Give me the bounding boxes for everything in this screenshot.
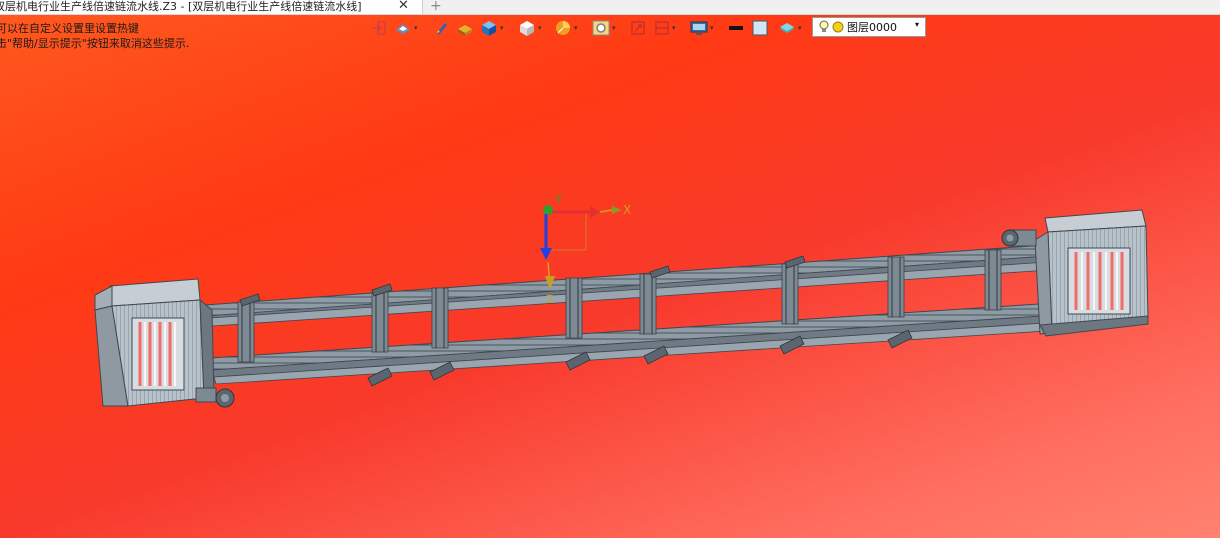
z-axis-label: Z (546, 293, 554, 306)
left-drive-unit[interactable] (94, 278, 235, 408)
conveyor-line-model[interactable] (94, 209, 1149, 408)
x-axis-label: X (623, 203, 631, 217)
y-axis-label: Y (554, 193, 562, 206)
3d-viewport[interactable]: X Y Z (0, 0, 1220, 538)
